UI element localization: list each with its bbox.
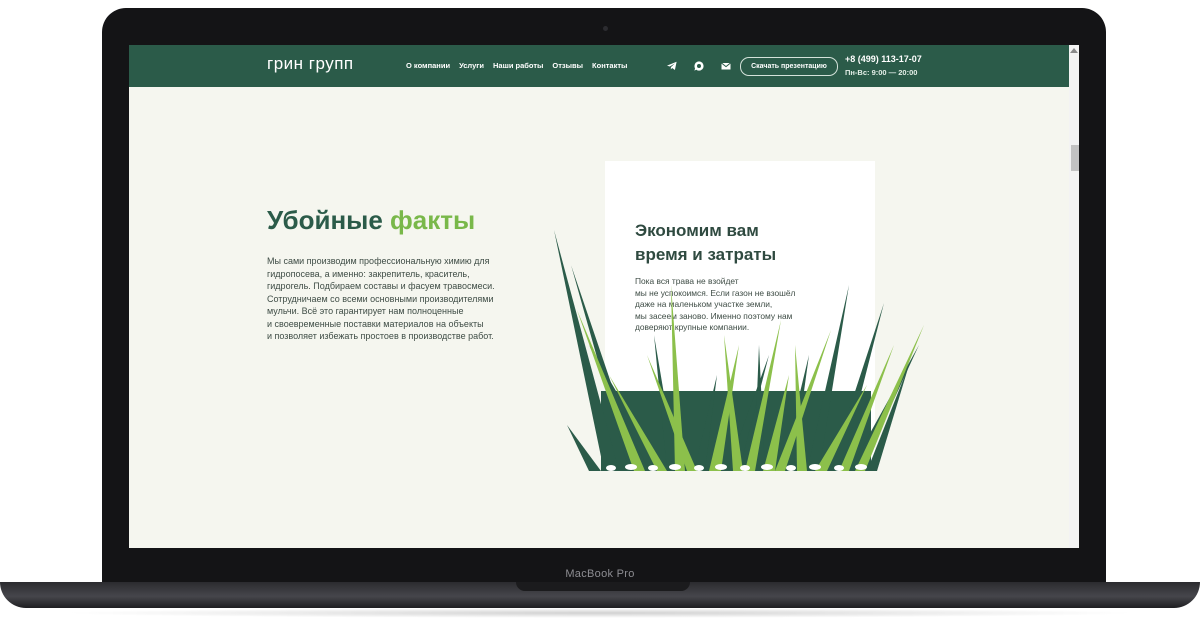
facts-line: Сотрудничаем со всеми основными производ… — [267, 293, 494, 304]
scrollbar-thumb[interactable] — [1071, 145, 1079, 171]
scroll-up-icon[interactable] — [1070, 48, 1078, 53]
whatsapp-icon[interactable] — [693, 60, 705, 72]
download-presentation-button[interactable]: Скачать презентацию — [740, 57, 838, 76]
site-header: грин групп О компании Услуги Наши работы… — [129, 45, 1069, 87]
browser-viewport: грин групп О компании Услуги Наши работы… — [129, 45, 1079, 548]
social-icons — [666, 60, 732, 72]
facts-title: Убойные факты — [267, 205, 475, 236]
scrollbar[interactable] — [1069, 45, 1079, 548]
screen-bezel-bottom — [129, 548, 1079, 566]
menu-item-reviews[interactable]: Отзывы — [552, 61, 583, 70]
menu-item-works[interactable]: Наши работы — [493, 61, 543, 70]
grass-illustration — [554, 230, 924, 471]
working-hours: Пн-Вс: 9:00 — 20:00 — [845, 68, 918, 77]
facts-line: Мы сами производим профессиональную хими… — [267, 256, 490, 266]
facts-line: и позволяет избежать простоев в производ… — [267, 331, 494, 341]
facts-line: гидропосева, а именно: закрепитель, крас… — [267, 268, 470, 279]
facts-line: мульчи. Всё это гарантирует нам полноцен… — [267, 306, 464, 316]
facts-title-accent: факты — [390, 205, 476, 235]
device-brand-label: MacBook Pro — [565, 568, 635, 580]
facts-text: Мы сами производим профессиональную хими… — [267, 255, 531, 343]
telegram-icon[interactable] — [666, 60, 678, 72]
mail-icon[interactable] — [720, 60, 732, 72]
menu-item-services[interactable]: Услуги — [459, 61, 484, 70]
laptop-shadow — [60, 608, 1140, 618]
site-logo[interactable]: грин групп — [267, 54, 354, 74]
facts-line: гидрогель. Подбираем составы и фасуем тр… — [267, 281, 495, 291]
phone-number[interactable]: +8 (499) 113-17-07 — [845, 54, 922, 64]
facts-line: и своевременные поставки материалов на о… — [267, 318, 484, 329]
menu-item-contacts[interactable]: Контакты — [592, 61, 627, 70]
main-menu: О компании Услуги Наши работы Отзывы Кон… — [406, 61, 627, 70]
menu-item-about[interactable]: О компании — [406, 61, 450, 70]
webcam-icon — [603, 26, 608, 31]
facts-title-main: Убойные — [267, 205, 391, 235]
laptop-notch — [516, 582, 690, 591]
